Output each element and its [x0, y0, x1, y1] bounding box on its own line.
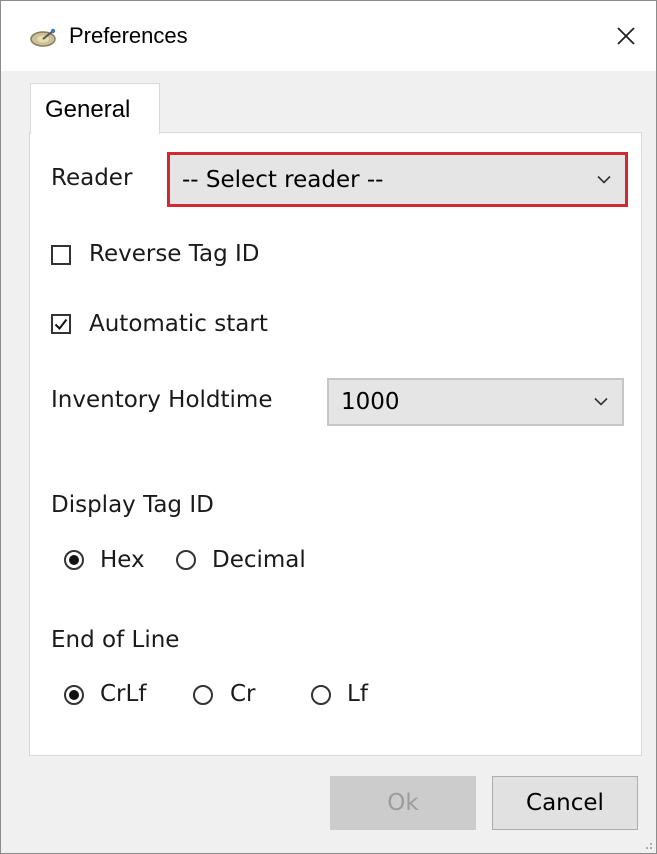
tab-general-label: General: [45, 96, 131, 123]
close-button[interactable]: [596, 1, 656, 71]
crlf-radio-label[interactable]: CrLf: [100, 681, 146, 707]
reader-label: Reader: [51, 165, 133, 191]
reader-select-value: -- Select reader --: [182, 166, 384, 193]
tab-general[interactable]: General: [30, 83, 160, 134]
holdtime-select-value: 1000: [341, 389, 400, 415]
chevron-down-icon: [597, 175, 611, 184]
lf-radio-label[interactable]: Lf: [347, 681, 368, 707]
preferences-dialog: Preferences General Reader -- Select rea…: [0, 0, 657, 854]
satellite-dish-icon: [30, 28, 56, 47]
lf-radio[interactable]: [311, 685, 331, 705]
holdtime-select[interactable]: 1000: [327, 378, 624, 426]
title-bar[interactable]: Preferences: [1, 1, 656, 71]
reverse-tag-checkbox[interactable]: [51, 245, 71, 265]
hex-radio[interactable]: [64, 550, 84, 570]
reader-select[interactable]: -- Select reader --: [167, 152, 628, 207]
cr-radio-label[interactable]: Cr: [230, 681, 256, 707]
holdtime-label: Inventory Holdtime: [51, 387, 273, 413]
crlf-radio[interactable]: [64, 685, 84, 705]
automatic-start-checkbox[interactable]: [51, 314, 71, 334]
decimal-radio-label[interactable]: Decimal: [212, 547, 306, 573]
ok-button[interactable]: Ok: [330, 776, 476, 830]
checkmark-icon: [54, 318, 68, 331]
decimal-radio[interactable]: [176, 550, 196, 570]
reverse-tag-label[interactable]: Reverse Tag ID: [89, 241, 260, 267]
hex-radio-label[interactable]: Hex: [100, 547, 145, 573]
cr-radio[interactable]: [193, 685, 213, 705]
window-title: Preferences: [69, 23, 188, 48]
cancel-button[interactable]: Cancel: [492, 776, 638, 830]
display-tag-label: Display Tag ID: [51, 492, 214, 518]
resize-grip-icon[interactable]: [643, 840, 653, 850]
general-panel: [29, 132, 642, 756]
close-icon: [617, 27, 635, 45]
chevron-down-icon: [594, 397, 608, 406]
automatic-start-label[interactable]: Automatic start: [89, 311, 268, 337]
end-of-line-label: End of Line: [51, 627, 180, 653]
